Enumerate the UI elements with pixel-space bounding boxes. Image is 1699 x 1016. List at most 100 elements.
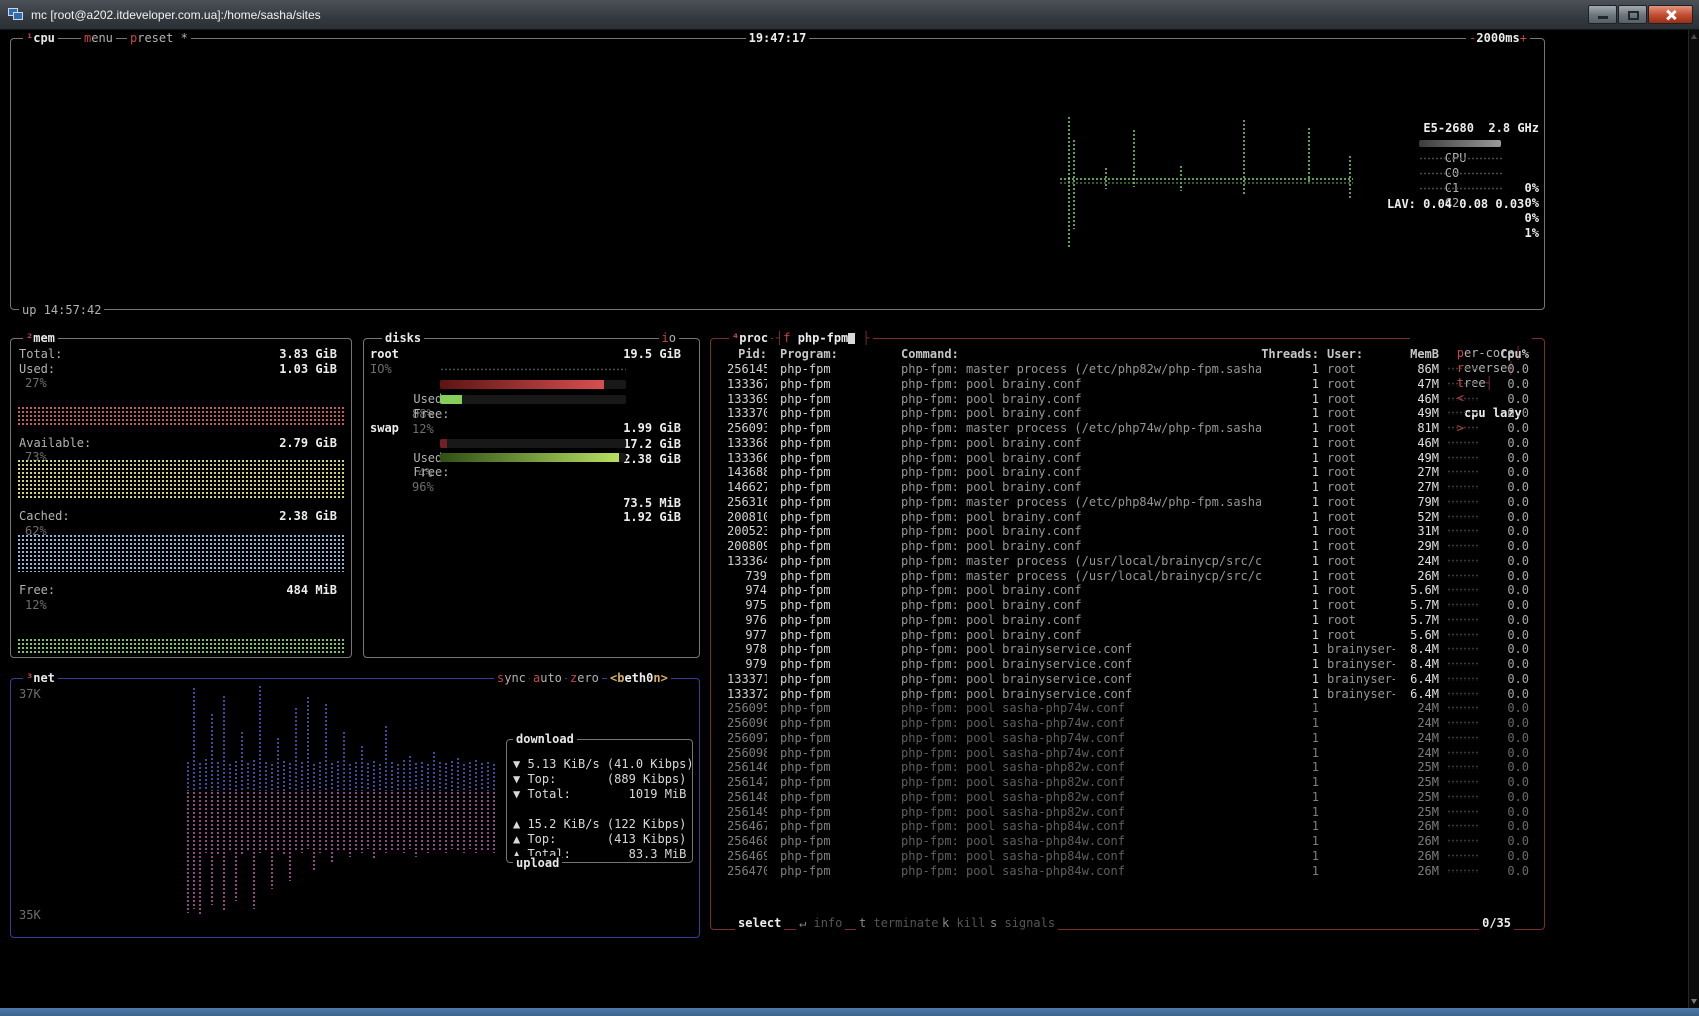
process-row[interactable]: 133369php-fpmphp-fpm: pool brainy.conf1r… — [727, 392, 1529, 407]
process-row[interactable]: 256095php-fpmphp-fpm: pool sasha-php74w.… — [727, 701, 1529, 716]
process-command: php-fpm: pool sasha-php82w.conf — [901, 790, 1261, 805]
process-row[interactable]: 978php-fpmphp-fpm: pool brainyservice.co… — [727, 642, 1529, 657]
header-threads[interactable]: Threads: — [1261, 347, 1319, 362]
process-row[interactable]: 975php-fpmphp-fpm: pool brainy.conf1root… — [727, 598, 1529, 613]
process-row[interactable]: 200523php-fpmphp-fpm: pool brainy.conf1r… — [727, 524, 1529, 539]
close-button[interactable] — [1648, 5, 1693, 24]
process-mem: 31M — [1395, 524, 1439, 539]
process-row[interactable]: 133368php-fpmphp-fpm: pool brainy.conf1r… — [727, 436, 1529, 451]
process-row[interactable]: 256470php-fpmphp-fpm: pool sasha-php84w.… — [727, 864, 1529, 879]
interval-increase-button[interactable]: + — [1520, 31, 1527, 45]
process-row[interactable]: 133372php-fpmphp-fpm: pool brainyservice… — [727, 687, 1529, 702]
process-row[interactable]: 200809php-fpmphp-fpm: pool brainy.conf1r… — [727, 539, 1529, 554]
scroll-up-arrow-icon[interactable] — [1691, 34, 1697, 39]
process-row[interactable]: 133370php-fpmphp-fpm: pool brainy.conf1r… — [727, 406, 1529, 421]
iface-prev-button[interactable]: <b — [610, 671, 624, 685]
footer-select[interactable]: select — [735, 916, 784, 931]
process-row[interactable]: 133364php-fpmphp-fpm: master process (/u… — [727, 554, 1529, 569]
process-command: php-fpm: pool brainy.conf — [901, 406, 1261, 421]
io-mode-toggle[interactable]: io — [659, 331, 679, 346]
process-row[interactable]: 200810php-fpmphp-fpm: pool brainy.conf1r… — [727, 510, 1529, 525]
header-pid[interactable]: Pid: — [727, 347, 767, 362]
process-row[interactable]: 256149php-fpmphp-fpm: pool sasha-php82w.… — [727, 805, 1529, 820]
process-row[interactable]: 256096php-fpmphp-fpm: pool sasha-php74w.… — [727, 716, 1529, 731]
mem-cached: Cached:2.38 GiB — [19, 509, 345, 524]
process-user — [1319, 834, 1395, 849]
process-row[interactable]: 979php-fpmphp-fpm: pool brainyservice.co… — [727, 657, 1529, 672]
process-pid: 200810 — [727, 510, 767, 525]
process-row[interactable]: 146627php-fpmphp-fpm: pool brainy.conf1r… — [727, 480, 1529, 495]
process-row[interactable]: 256146php-fpmphp-fpm: pool sasha-php82w.… — [727, 760, 1529, 775]
process-threads: 1 — [1261, 760, 1319, 775]
process-pid: 133368 — [727, 436, 767, 451]
net-sync-button[interactable]: sync — [494, 671, 529, 686]
process-program: php-fpm — [767, 436, 901, 451]
process-mem: 24M — [1395, 701, 1439, 716]
header-program[interactable]: Program: — [767, 347, 901, 362]
process-cpu-minigraph — [1439, 613, 1485, 628]
process-threads: 1 — [1261, 436, 1319, 451]
process-row[interactable]: 976php-fpmphp-fpm: pool brainy.conf1root… — [727, 613, 1529, 628]
footer-signals[interactable]: s signals — [987, 916, 1058, 931]
header-command[interactable]: Command: — [901, 347, 1261, 362]
process-cpu-minigraph — [1439, 672, 1485, 687]
process-row[interactable]: 256097php-fpmphp-fpm: pool sasha-php74w.… — [727, 731, 1529, 746]
footer-terminate[interactable]: t terminate — [856, 916, 942, 931]
minimize-button[interactable] — [1588, 5, 1617, 24]
process-mem: 5.6M — [1395, 628, 1439, 643]
process-cpu-minigraph — [1439, 805, 1485, 820]
process-command: php-fpm: master process (/usr/local/brai… — [901, 554, 1261, 569]
process-row[interactable]: 133371php-fpmphp-fpm: pool brainyservice… — [727, 672, 1529, 687]
process-row[interactable]: 143688php-fpmphp-fpm: pool brainy.conf1r… — [727, 465, 1529, 480]
process-command: php-fpm: pool brainy.conf — [901, 392, 1261, 407]
window-titlebar[interactable]: mc [root@a202.itdeveloper.com.ua]:/home/… — [0, 0, 1699, 30]
menu-button[interactable]: menu — [81, 31, 116, 46]
process-row[interactable]: 256098php-fpmphp-fpm: pool sasha-php74w.… — [727, 746, 1529, 761]
header-user[interactable]: User: — [1319, 347, 1395, 362]
maximize-button[interactable] — [1618, 5, 1647, 24]
process-row[interactable]: 256316php-fpmphp-fpm: master process (/e… — [727, 495, 1529, 510]
footer-info[interactable]: ↵ info — [796, 916, 845, 931]
process-row[interactable]: 256148php-fpmphp-fpm: pool sasha-php82w.… — [727, 790, 1529, 805]
header-cpu[interactable]: Cpu% — [1485, 347, 1529, 362]
cpu-total-meter: CPU 0% — [1387, 136, 1539, 151]
process-cpu-minigraph — [1439, 598, 1485, 613]
process-row[interactable]: 974php-fpmphp-fpm: pool brainy.conf1root… — [727, 583, 1529, 598]
net-auto-button[interactable]: auto — [530, 671, 565, 686]
process-user: root — [1319, 510, 1395, 525]
iface-name: eth0 — [624, 671, 653, 685]
process-row[interactable]: 256147php-fpmphp-fpm: pool sasha-php82w.… — [727, 775, 1529, 790]
disks-panel: disks io root19.5 GiB IO% Used: 88% 17.2… — [363, 338, 700, 658]
footer-kill[interactable]: k kill — [939, 916, 988, 931]
process-pid: 256147 — [727, 775, 767, 790]
process-user: root — [1319, 628, 1395, 643]
process-row[interactable]: 133366php-fpmphp-fpm: pool brainy.conf1r… — [727, 451, 1529, 466]
process-program: php-fpm — [767, 672, 901, 687]
preset-button[interactable]: preset * — [127, 31, 191, 46]
scrollbar[interactable] — [1688, 30, 1699, 1008]
process-row[interactable]: 256468php-fpmphp-fpm: pool sasha-php84w.… — [727, 834, 1529, 849]
process-row[interactable]: 256467php-fpmphp-fpm: pool sasha-php84w.… — [727, 819, 1529, 834]
process-row[interactable]: 256093php-fpmphp-fpm: master process (/e… — [727, 421, 1529, 436]
process-filter-field[interactable]: ┤f php-fpm ├ — [773, 331, 873, 346]
process-command: php-fpm: pool brainy.conf — [901, 524, 1261, 539]
process-threads: 1 — [1261, 465, 1319, 480]
process-mem: 27M — [1395, 480, 1439, 495]
process-program: php-fpm — [767, 392, 901, 407]
process-threads: 1 — [1261, 598, 1319, 613]
header-mem[interactable]: MemB — [1395, 347, 1439, 362]
process-row[interactable]: 256145php-fpmphp-fpm: master process (/e… — [727, 362, 1529, 377]
upload-top: ▲ Top: (413 Kibps) — [513, 832, 686, 847]
process-row[interactable]: 977php-fpmphp-fpm: pool brainy.conf1root… — [727, 628, 1529, 643]
process-row[interactable]: 739php-fpmphp-fpm: master process (/usr/… — [727, 569, 1529, 584]
upload-graph — [186, 791, 498, 915]
process-row[interactable]: 133367php-fpmphp-fpm: pool brainy.conf1r… — [727, 377, 1529, 392]
process-threads: 1 — [1261, 406, 1319, 421]
process-row[interactable]: 256469php-fpmphp-fpm: pool sasha-php84w.… — [727, 849, 1529, 864]
process-cpu-minigraph — [1439, 421, 1485, 436]
net-zero-button[interactable]: zero — [567, 671, 602, 686]
process-cpu: 0.0 — [1485, 775, 1529, 790]
scroll-down-arrow-icon[interactable] — [1691, 999, 1697, 1004]
process-user: root — [1319, 583, 1395, 598]
iface-next-button[interactable]: n> — [653, 671, 667, 685]
